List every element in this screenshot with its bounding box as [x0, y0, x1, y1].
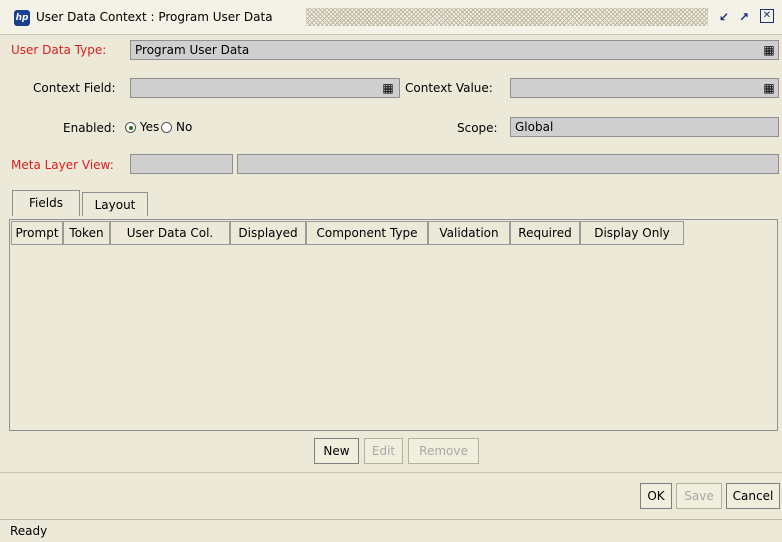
enabled-label: Enabled: [63, 121, 116, 135]
tab-layout[interactable]: Layout [82, 192, 148, 216]
context-field-label: Context Field: [33, 81, 116, 95]
column-header-component-type[interactable]: Component Type [306, 221, 428, 245]
fields-table[interactable]: Prompt Token User Data Col. Displayed Co… [9, 219, 778, 431]
context-value-input[interactable]: ▦ [510, 78, 779, 98]
new-button[interactable]: New [314, 438, 359, 464]
list-picker-icon[interactable]: ▦ [381, 81, 395, 95]
user-data-type-label: User Data Type: [11, 43, 107, 57]
tab-fields[interactable]: Fields [12, 190, 80, 216]
column-header-display-only[interactable]: Display Only [580, 221, 684, 245]
column-header-token[interactable]: Token [63, 221, 110, 245]
save-button[interactable]: Save [676, 483, 722, 509]
window-title: User Data Context : Program User Data [36, 10, 273, 24]
column-header-displayed[interactable]: Displayed [230, 221, 306, 245]
list-picker-icon[interactable]: ▦ [762, 43, 776, 57]
enabled-radio-group: Yes No [125, 120, 192, 134]
column-header-prompt[interactable]: Prompt [11, 221, 63, 245]
scope-value: Global [515, 120, 554, 134]
cancel-button[interactable]: Cancel [726, 483, 780, 509]
column-header-validation[interactable]: Validation [428, 221, 510, 245]
edit-button[interactable]: Edit [364, 438, 403, 464]
user-data-type-value: Program User Data [135, 43, 250, 57]
list-picker-icon[interactable]: ▦ [762, 81, 776, 95]
hp-logo-icon: hp [14, 10, 30, 26]
enabled-no-label[interactable]: No [176, 120, 192, 134]
status-text: Ready [10, 524, 48, 538]
enabled-yes-radio[interactable] [125, 122, 136, 133]
user-data-type-field[interactable]: Program User Data ▦ [130, 40, 779, 60]
title-bar: hp User Data Context : Program User Data… [0, 0, 782, 35]
maximize-icon[interactable]: ↗ [736, 9, 752, 25]
column-header-required[interactable]: Required [510, 221, 580, 245]
ok-button[interactable]: OK [640, 483, 672, 509]
close-icon[interactable]: ✕ [760, 9, 774, 23]
status-bar: Ready [0, 519, 782, 542]
enabled-yes-label[interactable]: Yes [140, 120, 159, 134]
meta-layer-view-field-1[interactable] [130, 154, 233, 174]
title-bar-hatch [306, 8, 708, 26]
context-value-label: Context Value: [405, 81, 493, 95]
context-field-input[interactable]: ▦ [130, 78, 400, 98]
restore-icon[interactable]: ↙ [716, 9, 732, 25]
enabled-no-radio[interactable] [161, 122, 173, 133]
separator [0, 472, 782, 473]
column-header-user-data-col[interactable]: User Data Col. [110, 221, 230, 245]
remove-button[interactable]: Remove [408, 438, 479, 464]
meta-layer-view-field-2[interactable] [237, 154, 779, 174]
scope-field: Global [510, 117, 779, 137]
scope-label: Scope: [457, 121, 498, 135]
meta-layer-view-label: Meta Layer View: [11, 158, 114, 172]
